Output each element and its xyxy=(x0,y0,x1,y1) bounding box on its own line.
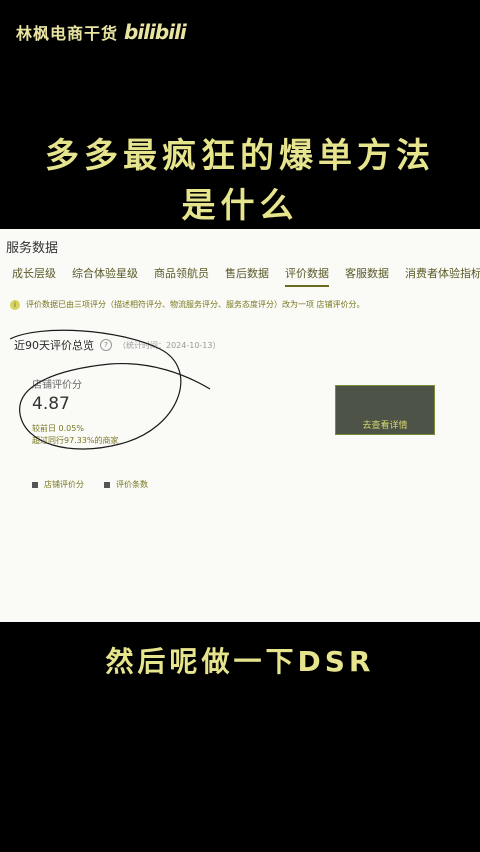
headline-line-1: 多多最疯狂的爆单方法 xyxy=(45,136,435,176)
headline-line-2: 是什么 xyxy=(181,186,299,226)
hand-drawn-circle-annotation xyxy=(9,329,211,450)
channel-name: 林枫电商干货 xyxy=(16,24,119,43)
bilibili-logo: bilibili xyxy=(124,20,187,44)
caption: 然后呢做一下DSR xyxy=(105,645,375,678)
brand: 林枫电商干货 bilibili xyxy=(16,20,187,44)
service-data-panel: 服务数据 成长层级 综合体验星级 商品领航员 售后数据 评价数据 客服数据 消费… xyxy=(0,229,480,622)
